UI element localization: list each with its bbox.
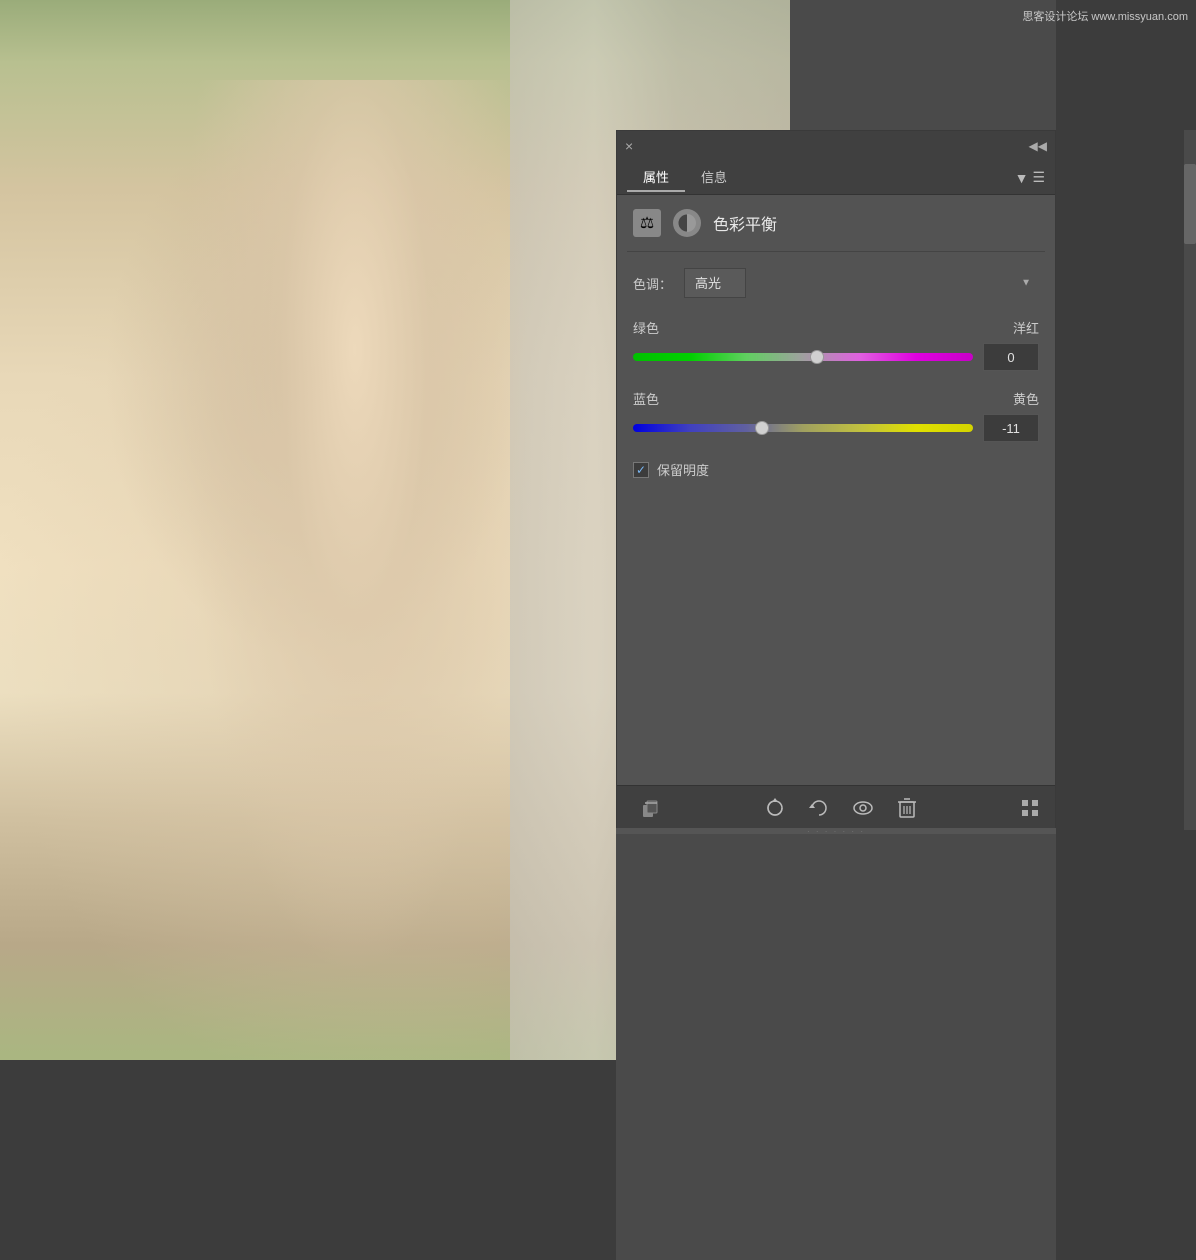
delete-button[interactable]: [892, 793, 922, 823]
right-sidebar: [1056, 0, 1196, 1260]
slider-labels-1: 绿色 洋红: [633, 318, 1039, 337]
panel-menu[interactable]: ▼ ☰: [1015, 169, 1045, 186]
clip-mask-button[interactable]: [637, 793, 667, 823]
blue-yellow-track-wrapper[interactable]: [633, 419, 973, 437]
blue-yellow-thumb[interactable]: [755, 421, 769, 435]
scrollbar-thumb[interactable]: [1184, 164, 1196, 244]
tone-label: 色调：: [633, 274, 672, 293]
visibility-button[interactable]: [848, 793, 878, 823]
panel-tabs: 属性 信息 ▼ ☰: [617, 161, 1055, 195]
tab-properties[interactable]: 属性: [627, 163, 685, 192]
green-magenta-track-wrapper[interactable]: [633, 348, 973, 366]
green-magenta-value[interactable]: [983, 343, 1039, 371]
color-balance-panel: × ◀◀ 属性 信息 ▼ ☰ ⚖ 色彩平衡 色调： 阴影: [616, 130, 1056, 830]
layer-icon: [673, 209, 701, 237]
collapse-button[interactable]: ◀◀: [1029, 139, 1047, 153]
panel-toolbar: [617, 785, 1055, 829]
panel-content: 色调： 阴影 中间调 高光 绿色 洋红: [617, 252, 1055, 785]
preserve-luminosity-label: 保留明度: [657, 460, 709, 479]
checkmark-icon: ✓: [636, 463, 646, 477]
green-magenta-thumb[interactable]: [810, 350, 824, 364]
magenta-label: 洋红: [1013, 318, 1039, 337]
panel-scrollbar[interactable]: [1184, 130, 1196, 830]
close-button[interactable]: ×: [625, 138, 633, 154]
more-options-button[interactable]: [1015, 793, 1045, 823]
tone-row: 色调： 阴影 中间调 高光: [633, 268, 1039, 298]
center-toolbar-buttons: [760, 793, 922, 823]
green-magenta-slider-row: 绿色 洋红: [633, 318, 1039, 371]
reset-button[interactable]: [804, 793, 834, 823]
tone-select-wrapper: 阴影 中间调 高光: [684, 268, 1039, 298]
slider-input-row-2: [633, 414, 1039, 442]
toolbar-area: [617, 793, 1055, 823]
watermark: 思客设计论坛 www.missyuan.com: [1022, 8, 1188, 24]
yellow-label: 黄色: [1013, 389, 1039, 408]
green-label: 绿色: [633, 318, 659, 337]
bottom-panel-area: [616, 834, 1056, 1260]
preserve-luminosity-row: ✓ 保留明度: [633, 460, 1039, 479]
slider-input-row-1: [633, 343, 1039, 371]
panel-header: ⚖ 色彩平衡: [617, 195, 1055, 251]
panel-titlebar: × ◀◀: [617, 131, 1055, 161]
dropdown-arrow: ▼: [1015, 170, 1029, 186]
person-area: [180, 80, 530, 980]
preserve-luminosity-checkbox[interactable]: ✓: [633, 462, 649, 478]
tab-info[interactable]: 信息: [685, 163, 743, 192]
green-magenta-track: [633, 353, 973, 361]
panel-title: 色彩平衡: [713, 211, 777, 235]
adjustment-icon: ⚖: [633, 209, 661, 237]
blue-yellow-track: [633, 424, 973, 432]
blue-yellow-value[interactable]: [983, 414, 1039, 442]
slider-labels-2: 蓝色 黄色: [633, 389, 1039, 408]
blue-yellow-slider-row: 蓝色 黄色: [633, 389, 1039, 442]
tone-select[interactable]: 阴影 中间调 高光: [684, 268, 746, 298]
menu-icon: ☰: [1032, 169, 1045, 186]
cycle-previous-button[interactable]: [760, 793, 790, 823]
blue-label: 蓝色: [633, 389, 659, 408]
